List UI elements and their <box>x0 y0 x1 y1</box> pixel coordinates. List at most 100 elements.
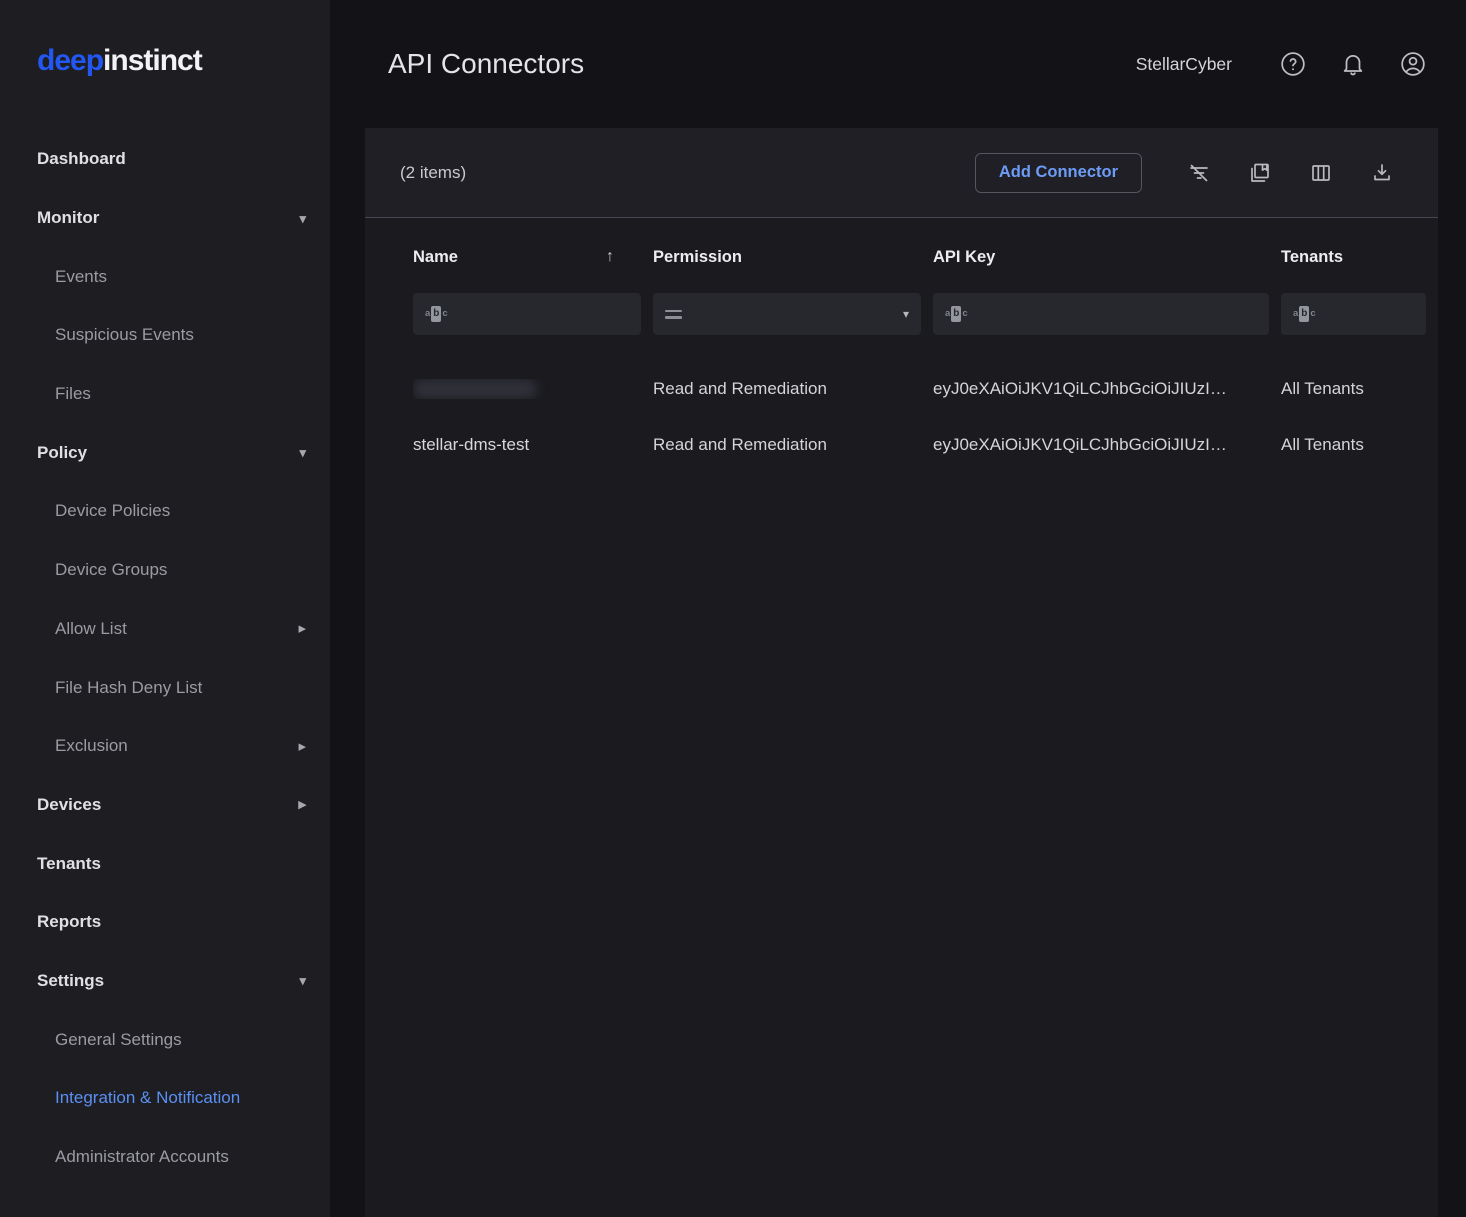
sidebar-item[interactable]: Settings <box>0 952 330 1011</box>
text-filter-icon: abc <box>1293 306 1316 322</box>
sidebar-item-label: Policy <box>37 443 87 463</box>
column-header-label: Permission <box>653 248 742 267</box>
topbar-right-cluster: StellarCyber <box>1136 0 1426 128</box>
cell-name <box>413 379 653 399</box>
column-header-label: Tenants <box>1281 248 1343 267</box>
sidebar-item-label: Device Groups <box>55 560 167 580</box>
grid-body: Read and Remediation eyJ0eXAiOiJKV1QiLCJ… <box>413 361 1438 473</box>
sidebar-item-label: Dashboard <box>37 149 126 169</box>
app-root: deepinstinct Dashboard Monitor Events <box>0 0 1466 1217</box>
cell-api-key: eyJ0eXAiOiJKV1QiLCJhbGciOiJIUzI… <box>933 435 1281 455</box>
column-header-label: Name <box>413 248 458 267</box>
sidebar-item[interactable]: Policy <box>0 423 330 482</box>
sidebar-item-label: Integration & Notification <box>55 1088 240 1108</box>
permission-filter-cell: ▾ <box>653 293 933 335</box>
permission-filter-select[interactable]: ▾ <box>653 293 921 335</box>
sidebar-item[interactable]: General Settings <box>0 1010 330 1069</box>
caret-icon <box>298 621 306 636</box>
column-header[interactable]: Name ↑ <box>413 248 653 267</box>
filter-off-icon <box>1187 161 1211 185</box>
download-icon <box>1370 161 1394 185</box>
sidebar-item-label: Tenants <box>37 854 101 874</box>
sidebar-item-label: Monitor <box>37 208 99 228</box>
sidebar-item-label: Settings <box>37 971 104 991</box>
help-icon <box>1280 51 1306 77</box>
grid-toolbar: (2 items) Add Connector <box>365 128 1438 218</box>
notifications-button[interactable] <box>1340 51 1366 77</box>
grid-filter-row: abc ▾ abc abc <box>413 293 1438 335</box>
sidebar-item[interactable]: Allow List <box>0 600 330 659</box>
sidebar-item-label: General Settings <box>55 1030 182 1050</box>
clear-filters-button[interactable] <box>1187 161 1211 185</box>
logo-instinct-text: instinct <box>103 44 202 77</box>
grid-header-row: Name ↑ Permission ↑ API Key ↑ Tenan <box>413 238 1438 276</box>
download-button[interactable] <box>1370 161 1394 185</box>
sidebar-item[interactable]: Reports <box>0 893 330 952</box>
cell-api-key: eyJ0eXAiOiJKV1QiLCJhbGciOiJIUzI… <box>933 379 1281 399</box>
sidebar-item[interactable]: Tenants <box>0 834 330 893</box>
sidebar-item[interactable]: Administrator Accounts <box>0 1128 330 1187</box>
topbar: API Connectors StellarCyber <box>330 0 1466 128</box>
sidebar-item[interactable]: Devices <box>0 776 330 835</box>
sidebar-item-label: Suspicious Events <box>55 325 194 345</box>
sidebar-item[interactable]: Integration & Notification <box>0 1069 330 1128</box>
column-header[interactable]: Permission ↑ <box>653 248 933 267</box>
column-header[interactable]: API Key ↑ <box>933 248 1281 267</box>
add-connector-button[interactable]: Add Connector <box>975 153 1142 193</box>
sidebar-item[interactable]: Device Groups <box>0 541 330 600</box>
sidebar-item[interactable]: Device Policies <box>0 482 330 541</box>
api-key-filter-cell: abc <box>933 293 1281 335</box>
sidebar-item[interactable]: Files <box>0 365 330 424</box>
tenants-filter-input[interactable]: abc <box>1281 293 1426 335</box>
account-button[interactable] <box>1400 51 1426 77</box>
items-count: (2 items) <box>400 163 466 183</box>
sidebar-item-label: Allow List <box>55 619 127 639</box>
sidebar-item-label: Exclusion <box>55 736 128 756</box>
chevron-down-icon: ▾ <box>903 307 909 321</box>
account-name-label: StellarCyber <box>1136 54 1232 75</box>
equals-filter-icon <box>665 310 682 319</box>
sidebar-item[interactable]: File Hash Deny List <box>0 658 330 717</box>
sidebar-item[interactable]: Dashboard <box>0 130 330 189</box>
sidebar-item[interactable]: Exclusion <box>0 717 330 776</box>
bell-icon <box>1340 51 1366 77</box>
sidebar-item-label: Device Policies <box>55 501 170 521</box>
cell-tenants: All Tenants <box>1281 379 1438 399</box>
saved-views-button[interactable] <box>1248 161 1272 185</box>
name-filter-cell: abc <box>413 293 653 335</box>
sidebar-item-label: Administrator Accounts <box>55 1147 229 1167</box>
api-connectors-panel: (2 items) Add Connector <box>365 128 1438 1217</box>
name-filter-input[interactable]: abc <box>413 293 641 335</box>
api-key-filter-input[interactable]: abc <box>933 293 1269 335</box>
sidebar-item[interactable]: Monitor <box>0 189 330 248</box>
redacted-name-blob <box>413 379 537 399</box>
sidebar-item-label: File Hash Deny List <box>55 678 202 698</box>
text-filter-icon: abc <box>425 306 448 322</box>
page-title: API Connectors <box>388 0 584 128</box>
toolbar-actions: Add Connector <box>975 153 1394 193</box>
table-row[interactable]: stellar-dms-test Read and Remediation ey… <box>413 417 1438 473</box>
cell-permission: Read and Remediation <box>653 435 933 455</box>
connectors-grid: Name ↑ Permission ↑ API Key ↑ Tenan <box>365 218 1438 1217</box>
cell-tenants: All Tenants <box>1281 435 1438 455</box>
caret-icon <box>299 212 306 225</box>
sort-asc-icon: ↑ <box>606 248 614 266</box>
columns-button[interactable] <box>1309 161 1333 185</box>
logo-deep-text: deep <box>37 44 103 77</box>
caret-icon <box>299 974 306 987</box>
cell-name: stellar-dms-test <box>413 435 653 455</box>
caret-icon <box>299 446 306 459</box>
deep-instinct-logo[interactable]: deepinstinct <box>37 44 202 78</box>
sidebar-item[interactable]: Events <box>0 247 330 306</box>
sidebar-item[interactable]: Suspicious Events <box>0 306 330 365</box>
caret-icon <box>298 797 306 812</box>
table-row[interactable]: Read and Remediation eyJ0eXAiOiJKV1QiLCJ… <box>413 361 1438 417</box>
sidebar-item-label: Files <box>55 384 91 404</box>
tenants-filter-cell: abc <box>1281 293 1438 335</box>
sidebar: deepinstinct Dashboard Monitor Events <box>0 0 330 1217</box>
column-header[interactable]: Tenants ↑ <box>1281 248 1438 267</box>
text-filter-icon: abc <box>945 306 968 322</box>
sidebar-nav: Dashboard Monitor Events Suspicious Even… <box>0 130 330 1186</box>
help-button[interactable] <box>1280 51 1306 77</box>
account-icon <box>1400 51 1426 77</box>
